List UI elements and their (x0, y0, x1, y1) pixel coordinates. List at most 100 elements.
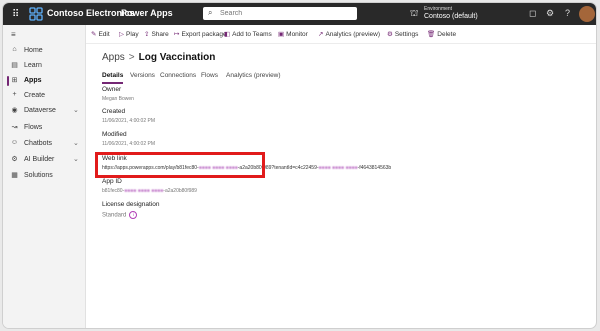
created-value: 11/06/2021, 4:00:02 PM (102, 118, 156, 124)
tab-connections[interactable]: Connections (160, 72, 196, 79)
app-launcher-icon[interactable]: ⠿ (12, 9, 19, 20)
book-icon: ▤ (11, 62, 18, 69)
export-package-button[interactable]: ↦ Export package (174, 30, 227, 38)
sidebar-item-label: Create (24, 92, 46, 99)
left-navigation: ≡ ⌂ Home ▤ Learn ⊞ Apps + Create ◉ Dataverse ⌄ ↝ Flo… (3, 25, 86, 328)
modified-value: 11/06/2021, 4:00:02 PM (102, 141, 156, 147)
solutions-icon: ▦ (11, 172, 18, 179)
web-link-highlight-box (95, 152, 265, 178)
created-label: Created (102, 108, 126, 115)
power-apps-window: ⠿ Contoso Electronics Power Apps ⌕ ⛫ Env… (3, 3, 596, 328)
main-content: Apps > Log Vaccination Details Versions Co… (86, 44, 596, 328)
hamburger-menu-icon[interactable]: ≡ (11, 30, 16, 39)
notifications-icon[interactable]: ◻ (529, 8, 536, 19)
export-icon: ↦ (174, 31, 180, 38)
sidebar-item-flows[interactable]: ↝ Flows (3, 121, 85, 135)
search-icon: ⌕ (208, 8, 213, 17)
page-title: Log Vaccination (138, 52, 216, 63)
share-icon: ⇪ (144, 31, 150, 38)
dataverse-icon: ◉ (11, 107, 18, 114)
settings-button[interactable]: ⚙ Settings (387, 30, 418, 38)
product-name[interactable]: Power Apps (121, 8, 173, 18)
sidebar-item-home[interactable]: ⌂ Home (3, 44, 85, 58)
chatbot-icon: ☺ (10, 139, 19, 146)
home-icon: ⌂ (12, 46, 17, 53)
flows-icon: ↝ (11, 124, 18, 131)
license-text: Standard (102, 212, 127, 219)
analytics-icon: ↗ (318, 31, 324, 38)
sidebar-item-learn[interactable]: ▤ Learn (3, 59, 85, 73)
sidebar-item-ai-builder[interactable]: ⚙ AI Builder ⌄ (3, 153, 85, 167)
sidebar-item-create[interactable]: + Create (3, 89, 85, 103)
settings-icon: ⚙ (387, 31, 393, 38)
web-link-suffix: -f4643814563b (357, 165, 392, 171)
monitor-icon: ▣ (278, 31, 285, 38)
top-bar: ⠿ Contoso Electronics Power Apps ⌕ ⛫ Env… (3, 3, 596, 25)
tab-analytics[interactable]: Analytics (preview) (226, 72, 281, 79)
command-label: Play (126, 31, 139, 38)
monitor-button[interactable]: ▣ Monitor (278, 30, 308, 38)
chevron-down-icon[interactable]: ⌄ (73, 155, 79, 163)
sidebar-item-label: Home (24, 47, 43, 54)
apps-icon: ⊞ (11, 77, 18, 84)
share-button[interactable]: ⇪ Share (144, 30, 169, 38)
redacted-segment: ■■■■ ■■■■ ■■■■ (318, 165, 358, 171)
avatar[interactable] (579, 6, 595, 22)
sidebar-item-label: Solutions (24, 172, 53, 179)
help-icon[interactable]: ? (565, 8, 570, 18)
license-label: License designation (102, 201, 160, 208)
sidebar-item-label: Chatbots (24, 140, 53, 147)
chevron-down-icon[interactable]: ⌄ (73, 106, 79, 114)
app-id-value: b81fec80-■■■■ ■■■■ ■■■■-a2a20b80f989 (102, 188, 197, 194)
plus-icon: + (12, 91, 17, 98)
sidebar-item-label: AI Builder (24, 156, 55, 163)
play-icon: ▷ (119, 31, 124, 38)
tab-flows[interactable]: Flows (201, 72, 218, 79)
tab-details[interactable]: Details (102, 72, 124, 84)
search-input[interactable] (220, 7, 350, 20)
owner-value: Megan Bowen (102, 96, 134, 102)
command-label: Share (151, 31, 169, 38)
ai-builder-icon: ⚙ (11, 156, 18, 163)
edit-button[interactable]: ✎ Edit (91, 30, 110, 38)
license-value: Standard i (102, 211, 138, 219)
sidebar-item-chatbots[interactable]: ☺ Chatbots ⌄ (3, 137, 85, 151)
app-id-prefix: b81fec80- (102, 188, 125, 194)
breadcrumb: Apps > Log Vaccination (102, 52, 215, 63)
sidebar-item-label: Apps (24, 77, 42, 84)
sidebar-item-label: Learn (24, 62, 42, 69)
breadcrumb-separator: > (128, 52, 135, 63)
search-box[interactable]: ⌕ (203, 7, 357, 20)
sidebar-item-label: Flows (24, 124, 43, 131)
tab-versions[interactable]: Versions (130, 72, 155, 79)
add-to-teams-button[interactable]: ◧ Add to Teams (224, 30, 272, 38)
app-id-label: App ID (102, 178, 122, 185)
sidebar-item-solutions[interactable]: ▦ Solutions (3, 169, 85, 183)
breadcrumb-apps-link[interactable]: Apps (102, 52, 125, 63)
sidebar-item-apps[interactable]: ⊞ Apps (3, 74, 85, 88)
command-label: Settings (394, 31, 419, 38)
contoso-logo-icon (29, 7, 43, 21)
redacted-segment: ■■■■ ■■■■ ■■■■ (124, 188, 164, 194)
edit-icon: ✎ (91, 31, 97, 38)
delete-icon: 🗑 (427, 31, 436, 38)
command-bar: ✎ Edit ▷ Play ⇪ Share ↦ Export package ◧ Add to T… (86, 25, 596, 44)
environment-name[interactable]: Contoso (default) (424, 13, 478, 20)
app-id-suffix: -a2a20b80f989 (163, 188, 197, 194)
command-label: Delete (437, 31, 457, 38)
command-label: Export package (181, 31, 227, 38)
info-icon[interactable]: i (129, 211, 138, 219)
command-label: Add to Teams (232, 31, 272, 38)
environment-label: Environment (424, 6, 453, 12)
chevron-down-icon[interactable]: ⌄ (73, 139, 79, 147)
delete-button[interactable]: 🗑 Delete (427, 30, 456, 38)
environment-icon: ⛫ (410, 8, 419, 18)
play-button[interactable]: ▷ Play (119, 30, 139, 38)
sidebar-item-dataverse[interactable]: ◉ Dataverse ⌄ (3, 104, 85, 118)
gear-icon[interactable]: ⚙ (546, 8, 554, 19)
teams-icon: ◧ (224, 31, 231, 38)
analytics-preview-button[interactable]: ↗ Analytics (preview) (318, 30, 380, 38)
command-label: Monitor (286, 31, 308, 38)
modified-label: Modified (102, 131, 127, 138)
sidebar-item-label: Dataverse (24, 107, 56, 114)
